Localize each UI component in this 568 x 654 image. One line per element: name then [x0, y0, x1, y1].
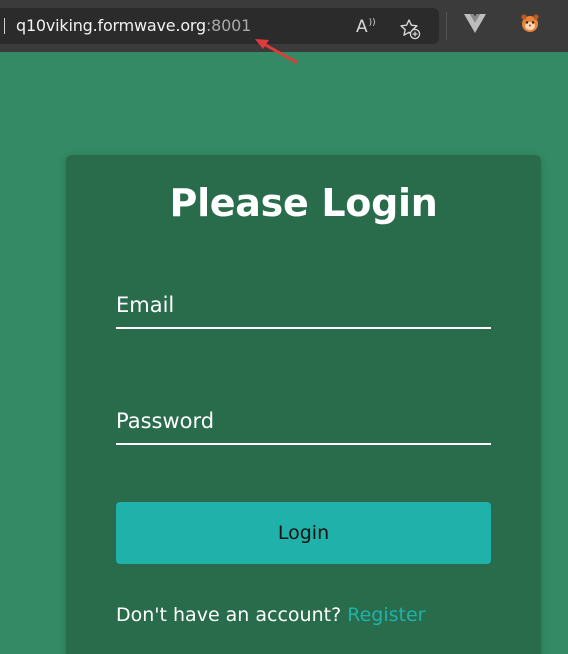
- read-aloud-glyph: A: [356, 17, 368, 37]
- register-prompt-text: Don't have an account?: [116, 604, 342, 626]
- register-link[interactable]: Register: [347, 604, 425, 626]
- address-bar[interactable]: q10viking.formwave.org:8001 A)): [0, 8, 439, 44]
- email-input[interactable]: [116, 289, 491, 329]
- register-prompt: Don't have an account? Register: [116, 604, 425, 626]
- login-button[interactable]: Login: [116, 502, 491, 564]
- toolbar-divider: [446, 12, 447, 40]
- page-title: Please Login: [169, 181, 438, 225]
- address-text[interactable]: q10viking.formwave.org:8001: [16, 16, 251, 35]
- url-host: q10viking.formwave.org: [16, 16, 206, 35]
- password-field-wrapper: [116, 405, 491, 445]
- text-cursor: [4, 18, 5, 34]
- url-port: :8001: [205, 16, 252, 35]
- add-favorite-icon[interactable]: [399, 18, 421, 44]
- browser-toolbar: q10viking.formwave.org:8001 A)): [0, 0, 568, 64]
- read-aloud-icon[interactable]: A)): [356, 17, 376, 37]
- vue-devtools-extension-icon[interactable]: [464, 14, 486, 38]
- password-input[interactable]: [116, 405, 491, 445]
- red-arrow-annotation: [255, 39, 298, 64]
- cartoon-face-extension-icon[interactable]: [520, 13, 540, 33]
- login-card: Please Login Login Don't have an account…: [66, 155, 541, 654]
- email-field-wrapper: [116, 289, 491, 329]
